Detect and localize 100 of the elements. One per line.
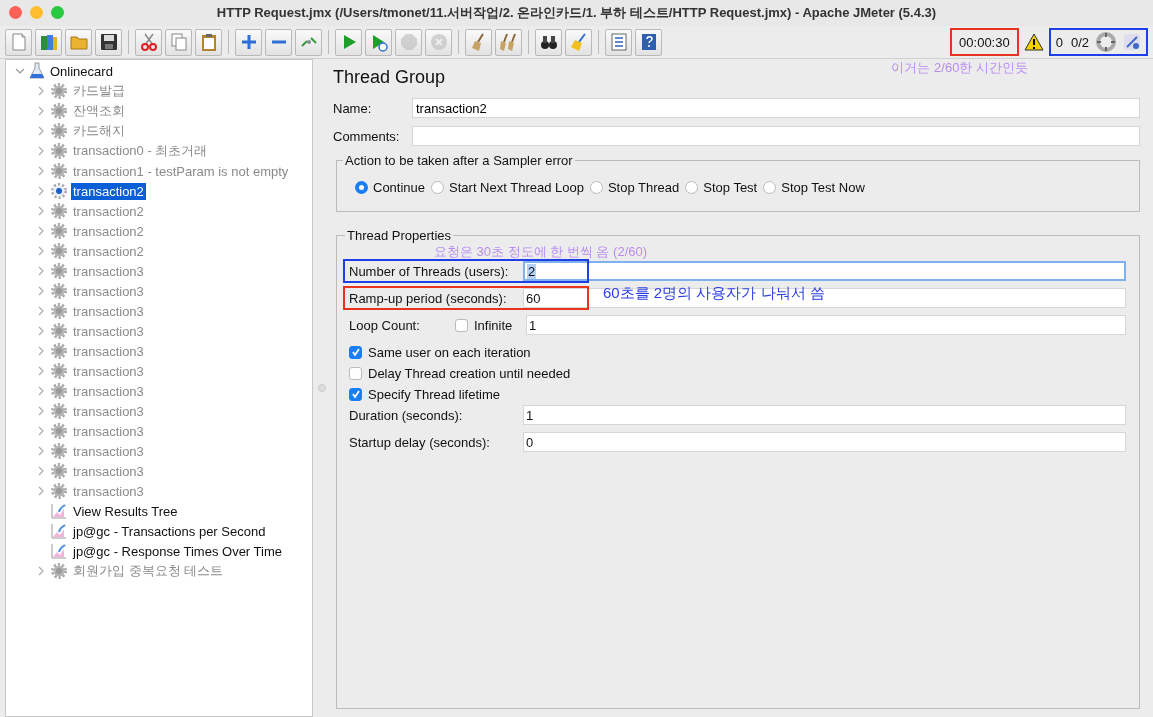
field-label: Comments:: [333, 128, 401, 144]
radio-label: Stop Test: [703, 180, 758, 195]
comments-field[interactable]: [412, 126, 1140, 146]
chart-icon: [50, 542, 68, 560]
brooms-icon: [498, 32, 519, 52]
group-title: Action to be taken after a Sampler error: [344, 153, 574, 168]
checkbox-label: Infinite: [474, 317, 514, 333]
scissors-icon: [138, 32, 159, 52]
gear-icon: [50, 302, 68, 320]
copy-icon: [168, 32, 189, 52]
radio-label: Stop Test Now: [781, 180, 865, 195]
annotation-note: 요청은 30초 정도에 한 번씩 옴 (2/60): [433, 243, 648, 261]
function-helper-button[interactable]: [605, 28, 632, 56]
text-field[interactable]: 1: [523, 405, 1126, 425]
start-no-pauses-button[interactable]: [365, 28, 392, 56]
radio-button[interactable]: [763, 181, 777, 194]
search-button[interactable]: [535, 28, 562, 56]
gear-icon: [50, 442, 68, 460]
clear-all-button[interactable]: [495, 28, 522, 56]
checkbox-label: Same user on each iteration: [368, 344, 531, 360]
gear-icon: [50, 82, 68, 100]
gear-icon: [50, 202, 68, 220]
panel-title: Thread Group: [333, 67, 446, 89]
remote-icon[interactable]: [1121, 31, 1143, 53]
book-icon: [38, 32, 59, 52]
checkbox[interactable]: [349, 345, 362, 359]
name-field[interactable]: transaction2: [412, 98, 1140, 118]
field-label: Startup delay (seconds):: [348, 434, 491, 450]
save-button[interactable]: [95, 28, 122, 56]
checkbox-label: Specify Thread lifetime: [368, 386, 500, 402]
new-button[interactable]: [5, 28, 32, 56]
cut-button[interactable]: [135, 28, 162, 56]
circle-x-icon: [428, 32, 449, 52]
tree-item[interactable]: jp@gc - Response Times Over Time: [71, 542, 284, 560]
toggle-button[interactable]: [295, 28, 322, 56]
gear-icon: [50, 162, 68, 180]
broom-icon: [568, 32, 589, 52]
tree-item[interactable]: View Results Tree: [71, 502, 180, 520]
zoom-button[interactable]: [51, 6, 64, 19]
gear-icon: [50, 242, 68, 260]
thread-count: 0/2: [1069, 34, 1090, 50]
radio-label: Stop Thread: [607, 180, 680, 195]
help-button[interactable]: [635, 28, 662, 56]
radio-button[interactable]: [589, 181, 603, 194]
gear-icon: [50, 462, 68, 480]
gear-icon: [50, 382, 68, 400]
elapsed-time: 00:00:30: [958, 34, 1011, 50]
chevron-icon[interactable]: [14, 66, 26, 76]
gear-icon: [50, 362, 68, 380]
gear-icon: [50, 422, 68, 440]
radio-button[interactable]: [431, 181, 445, 194]
close-button[interactable]: [9, 6, 22, 19]
annotation-note: 이거는 2/60한 시간인듯: [891, 59, 1028, 77]
chart-icon: [50, 502, 68, 520]
warning-icon[interactable]: [1023, 32, 1044, 52]
clear-button[interactable]: [465, 28, 492, 56]
chart-icon: [50, 522, 68, 540]
field-label: Name:: [333, 100, 373, 116]
radio-button[interactable]: [685, 181, 699, 194]
radio-label: Continue: [373, 180, 426, 195]
radio-button[interactable]: [355, 181, 368, 194]
checkbox[interactable]: [349, 366, 362, 380]
paste-button[interactable]: [195, 28, 222, 56]
activity-icon: [1095, 31, 1117, 53]
text-field[interactable]: 2: [523, 261, 1126, 281]
gear-icon: [50, 342, 68, 360]
list-icon: [608, 32, 629, 52]
gear-icon: [50, 222, 68, 240]
field-label: Duration (seconds):: [348, 407, 464, 423]
collapse-button[interactable]: [265, 28, 292, 56]
field-label: Loop Count:: [348, 317, 421, 333]
chevron-icon[interactable]: [36, 186, 46, 196]
window-title: HTTP Request.jmx (/Users/tmonet/11.서버작업/2. 온라인카드/1. 부하 테스트/HTTP Request.jmx) - Apache JMeter (5.4.3): [216, 4, 937, 22]
minimize-button[interactable]: [30, 6, 43, 19]
checkbox[interactable]: [455, 318, 468, 332]
gear-icon: [50, 482, 68, 500]
text-field[interactable]: 1: [526, 315, 1126, 335]
gear-icon: [50, 102, 68, 120]
gear-icon: [50, 262, 68, 280]
gear-icon: [50, 562, 68, 580]
tree-item[interactable]: jp@gc - Transactions per Second: [71, 522, 268, 540]
radio-label: Start Next Thread Loop: [449, 180, 584, 195]
stop-icon: [398, 32, 419, 52]
group-title: Thread Properties: [346, 228, 453, 243]
flask-icon: [29, 62, 45, 80]
gear-icon: [50, 182, 68, 200]
tree-item[interactable]: Onlinecard: [48, 62, 115, 80]
gear-icon: [50, 142, 68, 160]
gear-icon: [50, 122, 68, 140]
start-button[interactable]: [335, 28, 362, 56]
text-field[interactable]: 0: [523, 432, 1126, 452]
gear-icon: [50, 402, 68, 420]
checkbox-label: Delay Thread creation until needed: [368, 365, 571, 381]
tree-item[interactable]: transaction2: [71, 182, 146, 200]
expand-button[interactable]: [235, 28, 262, 56]
checkbox[interactable]: [349, 387, 362, 401]
gear-icon: [50, 282, 68, 300]
splitter-handle[interactable]: [317, 384, 326, 392]
gear-icon: [50, 322, 68, 340]
templates-button[interactable]: [35, 28, 62, 56]
